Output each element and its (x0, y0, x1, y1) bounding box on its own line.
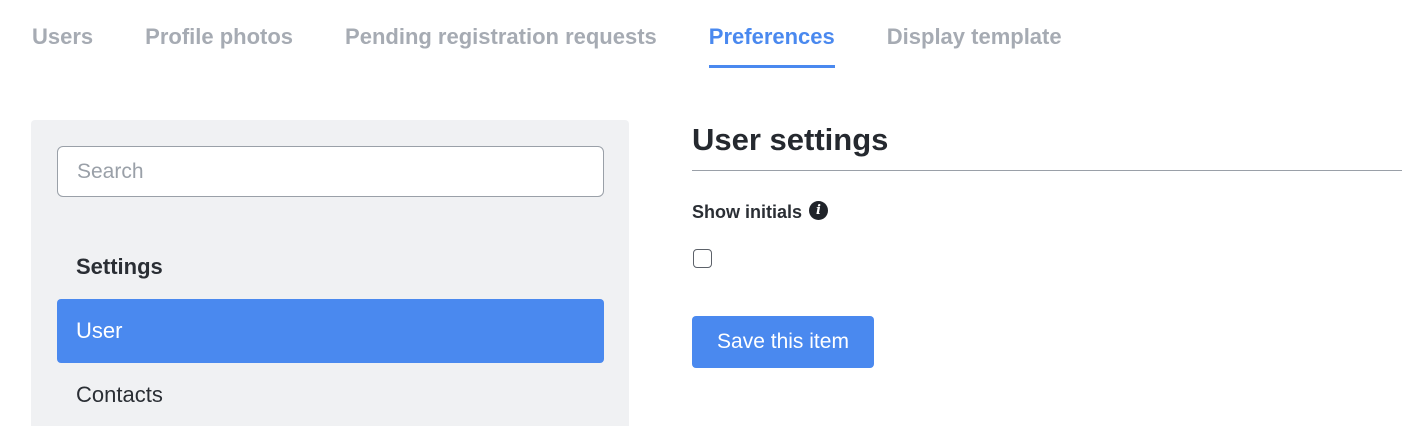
tab-preferences[interactable]: Preferences (708, 0, 835, 70)
settings-section-heading: Settings (76, 254, 163, 279)
sidebar-item-contacts[interactable]: Contacts (57, 363, 604, 426)
preferences-page: Users Profile photos Pending registratio… (0, 0, 1402, 426)
show-initials-label: Show initials (692, 202, 803, 222)
tab-pending-registration-requests[interactable]: Pending registration requests (345, 0, 657, 70)
settings-sidebar: Settings User Contacts (31, 120, 629, 426)
tab-display-template[interactable]: Display template (887, 0, 1062, 70)
sidebar-item-user[interactable]: User (57, 299, 604, 363)
search-input[interactable] (57, 146, 604, 197)
show-initials-checkbox[interactable] (693, 249, 712, 268)
sidebar-item-label: User (76, 318, 123, 343)
tab-bar: Users Profile photos Pending registratio… (32, 0, 1114, 70)
tab-users[interactable]: Users (32, 0, 93, 70)
title-divider (692, 170, 1402, 171)
save-button[interactable]: Save this item (692, 316, 874, 368)
info-icon[interactable]: i (809, 201, 828, 220)
sidebar-item-label: Contacts (76, 382, 163, 407)
tab-profile-photos[interactable]: Profile photos (145, 0, 293, 70)
page-title: User settings (692, 122, 889, 157)
